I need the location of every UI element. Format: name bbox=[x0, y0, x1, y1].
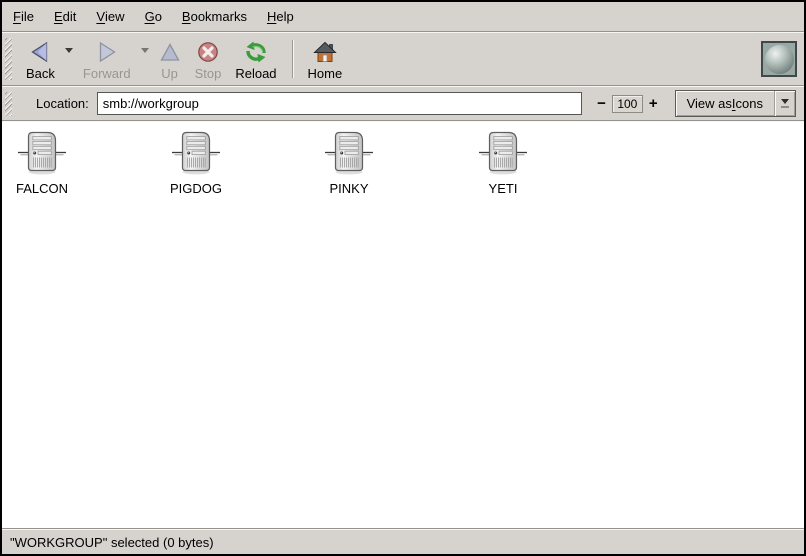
location-label: Location: bbox=[36, 96, 89, 111]
back-button[interactable]: Back bbox=[19, 36, 62, 83]
throbber-sphere-icon bbox=[765, 45, 794, 74]
server-item-pinky[interactable]: PINKY bbox=[284, 130, 414, 196]
chevron-down-icon bbox=[65, 48, 73, 53]
toolbar-drag-handle[interactable] bbox=[5, 38, 12, 80]
reload-label: Reload bbox=[235, 66, 276, 82]
home-icon bbox=[313, 39, 337, 66]
file-manager-window: File Edit View Go Bookmarks Help Back bbox=[0, 0, 806, 556]
view-as-dropdown[interactable]: View as Icons bbox=[675, 90, 796, 117]
back-label: Back bbox=[26, 66, 55, 82]
up-label: Up bbox=[161, 66, 178, 82]
throbber bbox=[761, 41, 797, 77]
server-item-falcon[interactable]: FALCON bbox=[2, 130, 107, 196]
location-bar: Location: − 100 + View as Icons bbox=[2, 87, 804, 120]
smb-server-icon bbox=[172, 130, 220, 176]
toolbar: Back Forward Up bbox=[2, 33, 804, 85]
server-item-label: PIGDOG bbox=[170, 181, 222, 196]
menu-view[interactable]: View bbox=[86, 2, 134, 31]
server-item-pigdog[interactable]: PIGDOG bbox=[131, 130, 261, 196]
smb-server-icon bbox=[479, 130, 527, 176]
menu-bar: File Edit View Go Bookmarks Help bbox=[2, 2, 804, 31]
view-as-label: View as Icons bbox=[676, 91, 774, 116]
back-history-dropdown[interactable] bbox=[62, 36, 76, 83]
server-item-label: FALCON bbox=[16, 181, 68, 196]
home-button[interactable]: Home bbox=[301, 36, 350, 83]
toolbar-separator bbox=[292, 40, 293, 78]
up-icon bbox=[159, 39, 181, 66]
forward-label: Forward bbox=[83, 66, 131, 82]
menu-edit[interactable]: Edit bbox=[44, 2, 86, 31]
forward-icon bbox=[95, 39, 119, 66]
zoom-out-button[interactable]: − bbox=[593, 95, 610, 113]
reload-button[interactable]: Reload bbox=[228, 36, 283, 83]
chevron-down-icon bbox=[141, 48, 149, 53]
server-item-label: PINKY bbox=[329, 181, 368, 196]
stop-label: Stop bbox=[195, 66, 222, 82]
zoom-level-indicator: 100 bbox=[612, 95, 643, 113]
stop-button: Stop bbox=[188, 36, 229, 83]
status-bar: "WORKGROUP" selected (0 bytes) bbox=[2, 530, 804, 554]
server-item-label: YETI bbox=[489, 181, 518, 196]
smb-server-icon bbox=[18, 130, 66, 176]
forward-button: Forward bbox=[76, 36, 138, 83]
zoom-in-button[interactable]: + bbox=[645, 95, 662, 113]
forward-history-dropdown bbox=[138, 36, 152, 83]
smb-server-icon bbox=[325, 130, 373, 176]
menu-bookmarks[interactable]: Bookmarks bbox=[172, 2, 257, 31]
stop-icon bbox=[196, 39, 220, 66]
icon-view[interactable]: FALCON PIGDOG PINKY YETI bbox=[2, 122, 804, 528]
location-bar-drag-handle[interactable] bbox=[5, 92, 12, 116]
dropdown-arrow-icon bbox=[775, 91, 795, 116]
server-item-yeti[interactable]: YETI bbox=[438, 130, 568, 196]
menu-go[interactable]: Go bbox=[135, 2, 172, 31]
home-label: Home bbox=[308, 66, 343, 82]
menu-file[interactable]: File bbox=[3, 2, 44, 31]
up-button: Up bbox=[152, 36, 188, 83]
back-icon bbox=[28, 39, 52, 66]
status-text: "WORKGROUP" selected (0 bytes) bbox=[10, 535, 214, 550]
reload-icon bbox=[243, 39, 269, 66]
location-input[interactable] bbox=[97, 92, 582, 115]
menu-help[interactable]: Help bbox=[257, 2, 304, 31]
